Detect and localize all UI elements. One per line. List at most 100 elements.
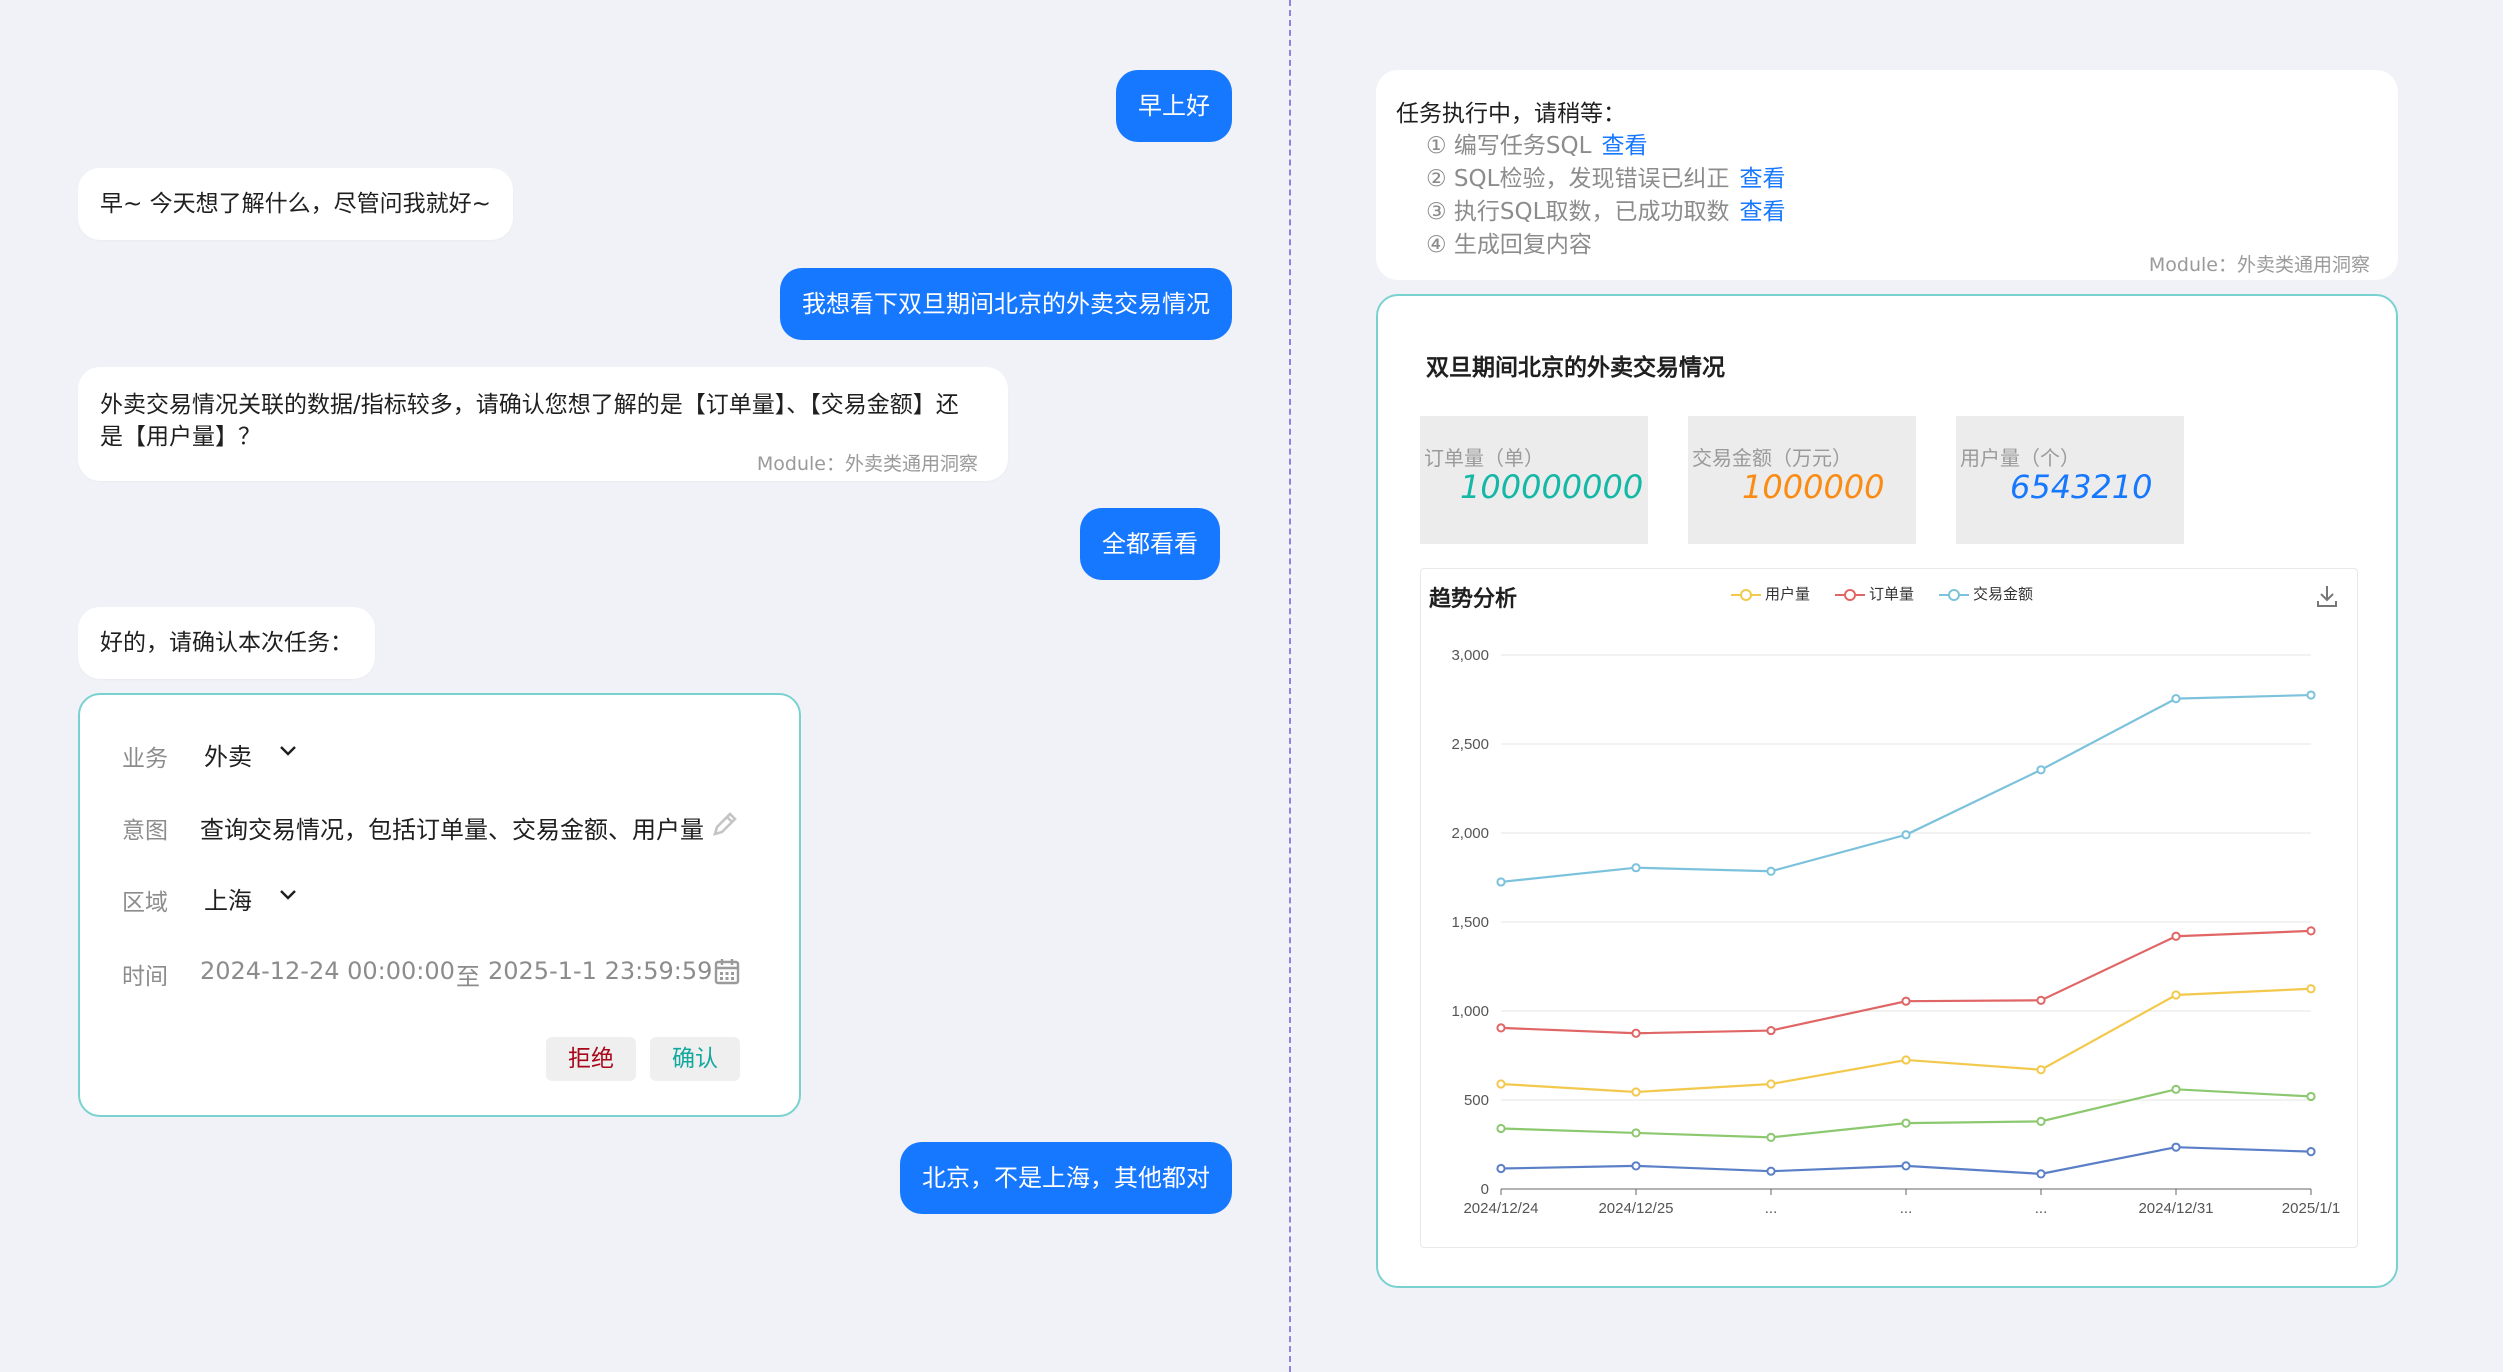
data-point: [1496, 1023, 1506, 1033]
data-point: [1766, 1025, 1776, 1036]
data-point: [2036, 1065, 2046, 1075]
metric-card-users: 用户量（个） 6543210: [1956, 416, 2184, 544]
data-point: [2306, 690, 2316, 700]
data-point: [1766, 1132, 1776, 1142]
data-point: [1766, 1166, 1776, 1176]
time-label: 时间: [122, 964, 168, 990]
bot-message: 早~ 今天想了解什么，尽管问我就好~: [78, 168, 513, 240]
progress-step: ④ 生成回复内容: [1426, 232, 1592, 258]
series-line: [1500, 1088, 2312, 1139]
data-point: [1496, 1079, 1506, 1089]
data-point: [1496, 1123, 1506, 1134]
data-point: [1631, 1128, 1641, 1138]
time-start-input[interactable]: 2024-12-24 00:00:00: [200, 957, 455, 985]
data-point: [1901, 1161, 1911, 1171]
x-tick-label: ...: [2035, 1200, 2048, 1217]
region-value: 上海: [204, 887, 252, 915]
progress-step: ③ 执行SQL取数，已成功取数 查看: [1426, 199, 1786, 225]
view-link[interactable]: 查看: [1739, 166, 1785, 192]
task-progress-card: 任务执行中，请稍等： ① 编写任务SQL 查看 ② SQL检验，发现错误已纠正 查看…: [1376, 70, 2398, 280]
data-point: [1901, 830, 1911, 840]
region-select[interactable]: 上海: [204, 873, 314, 917]
series-line: [1500, 693, 2312, 884]
user-message: 早上好: [1116, 70, 1232, 142]
data-point: [1631, 1161, 1641, 1171]
view-link[interactable]: 查看: [1739, 199, 1785, 225]
region-label: 区域: [122, 890, 168, 916]
metric-card-amount: 交易金额（万元） 1000000: [1688, 416, 1916, 544]
metric-value: 1000000: [1742, 468, 1885, 506]
x-tick-label: 2024/12/31: [2138, 1200, 2213, 1217]
metric-value: 100000000: [1460, 468, 1644, 506]
data-point: [2171, 694, 2181, 704]
data-point: [1766, 866, 1776, 876]
data-point: [2171, 990, 2181, 1000]
series-line: [1500, 929, 2312, 1035]
user-message: 北京，不是上海，其他都对: [900, 1142, 1232, 1214]
data-point: [2171, 1142, 2181, 1152]
reject-button[interactable]: 拒绝: [546, 1037, 636, 1081]
bot-message: 好的，请确认本次任务：: [78, 607, 375, 679]
data-point: [2036, 765, 2046, 775]
progress-title: 任务执行中，请稍等：: [1396, 101, 1626, 127]
progress-step: ② SQL检验，发现错误已纠正 查看: [1426, 166, 1786, 192]
x-tick-label: ...: [1900, 1200, 1913, 1217]
x-tick-label: 2025/1/1: [2282, 1200, 2340, 1217]
intent-label: 意图: [122, 818, 168, 844]
module-tag: Module：外卖类通用洞察: [756, 453, 978, 475]
time-separator: 至: [456, 963, 480, 991]
chevron-down-icon: [280, 746, 296, 756]
metric-card-orders: 订单量（单） 100000000: [1420, 416, 1648, 544]
data-point: [2036, 995, 2046, 1005]
confirm-button[interactable]: 确认: [650, 1037, 740, 1081]
data-point: [1901, 1055, 1911, 1065]
user-message: 我想看下双旦期间北京的外卖交易情况: [780, 268, 1232, 340]
data-point: [1496, 1163, 1506, 1174]
business-label: 业务: [122, 746, 168, 772]
time-end-input[interactable]: 2025-1-1 23:59:59: [488, 957, 712, 985]
intent-value: 查询交易情况，包括订单量、交易金额、用户量: [200, 816, 704, 844]
data-point: [1631, 1028, 1641, 1038]
user-message: 全都看看: [1080, 508, 1220, 580]
task-confirm-card: 业务 外卖 意图 查询交易情况，包括订单量、交易金额、用户量 区域 上海 时间 …: [78, 693, 801, 1117]
metric-label: 订单量（单）: [1424, 446, 1544, 470]
data-point: [2306, 984, 2316, 994]
metric-label: 用户量（个）: [1960, 446, 2080, 470]
x-tick-label: 2024/12/25: [1598, 1200, 1673, 1217]
data-point: [2306, 1147, 2316, 1157]
y-tick-label: 0: [1481, 1181, 1489, 1198]
data-point: [1766, 1079, 1776, 1089]
data-point: [2306, 1091, 2316, 1102]
data-point: [2171, 1084, 2181, 1094]
view-link[interactable]: 查看: [1601, 133, 1647, 159]
data-point: [2306, 926, 2316, 936]
report-card: 双旦期间北京的外卖交易情况 订单量（单） 100000000 交易金额（万元） …: [1376, 294, 2398, 1288]
business-select[interactable]: 外卖: [204, 729, 314, 773]
calendar-icon[interactable]: [714, 957, 740, 985]
data-point: [1901, 1118, 1911, 1128]
data-point: [1901, 996, 1911, 1006]
column-divider: [1289, 0, 1291, 1372]
progress-step: ① 编写任务SQL 查看: [1426, 133, 1648, 159]
module-tag: Module：外卖类通用洞察: [2148, 254, 2370, 276]
pencil-icon[interactable]: [710, 809, 740, 839]
y-tick-label: 2,500: [1451, 736, 1489, 753]
data-point: [1496, 877, 1506, 887]
y-tick-label: 2,000: [1451, 825, 1489, 842]
x-tick-label: ...: [1765, 1200, 1778, 1217]
business-value: 外卖: [204, 743, 252, 771]
trend-line-chart: 0 500 1,000 1,500 2,000 2,500 3,000 2024/12/24 2…: [1451, 647, 2340, 1217]
y-tick-label: 1,500: [1451, 914, 1489, 931]
y-tick-label: 500: [1464, 1092, 1489, 1109]
y-tick-label: 3,000: [1451, 647, 1489, 664]
y-tick-label: 1,000: [1451, 1003, 1489, 1020]
chevron-down-icon: [280, 890, 296, 900]
bot-message-line: 是【用户量】？: [100, 424, 261, 450]
data-point: [1631, 1087, 1641, 1097]
x-tick-label: 2024/12/24: [1463, 1200, 1538, 1217]
data-point: [2036, 1169, 2046, 1179]
data-point: [2171, 931, 2181, 941]
bot-message-line: 外卖交易情况关联的数据/指标较多，请确认您想了解的是【订单量】、【交易金额】还: [100, 392, 959, 418]
data-point: [2036, 1116, 2046, 1126]
trend-chart-panel: 趋势分析 用户量 订单量 交易金额 0 500 1,000 1,500 2,000 2,500…: [1420, 568, 2358, 1248]
